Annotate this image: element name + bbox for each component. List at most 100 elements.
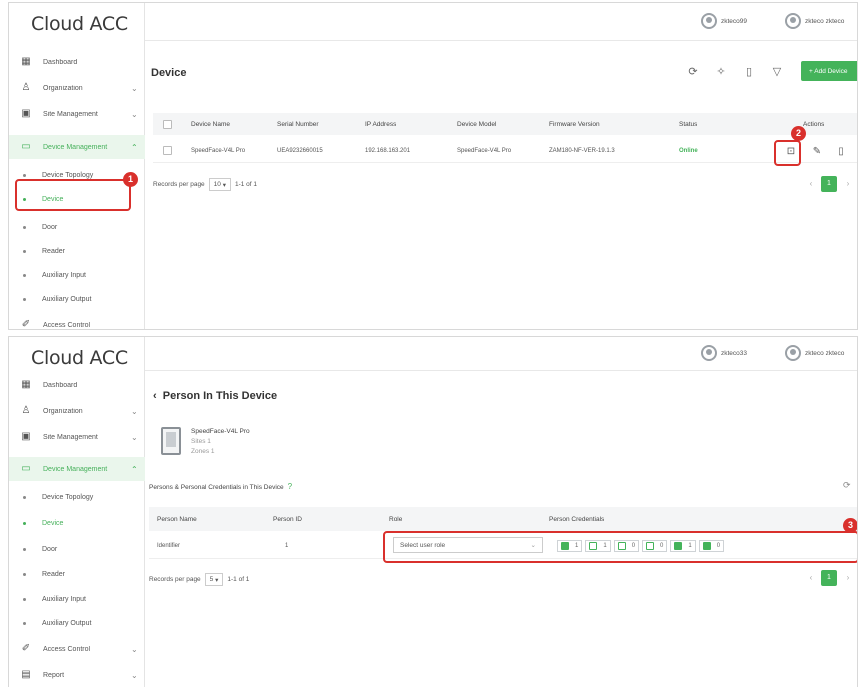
sidebar-item-organization[interactable]: ♙ Organization ⌄	[9, 399, 145, 423]
app-logo: Cloud ACC	[31, 347, 128, 369]
report-icon: ▤	[21, 669, 31, 680]
sidebar-item-site-management[interactable]: ▣ Site Management ⌄	[9, 102, 145, 126]
chevron-down-icon: ⌄	[131, 432, 138, 442]
column-header[interactable]: IP Address	[365, 113, 396, 135]
sidebar-item-label: Organization	[43, 84, 83, 92]
sidebar-item-device-management[interactable]: ▭ Device Management ⌃	[9, 135, 145, 159]
edit-icon[interactable]: ✎	[810, 146, 824, 157]
ip-address-cell: 192.168.163.201	[365, 147, 411, 154]
column-header[interactable]: Serial Number	[277, 113, 319, 135]
delete-icon[interactable]: ▯	[742, 65, 756, 79]
person-name-cell: Identifier	[157, 542, 181, 549]
device-site: Sites 1	[191, 438, 211, 445]
sidebar-sub-auxiliary-input[interactable]: Auxiliary Input	[9, 587, 145, 611]
organization-icon: ♙	[21, 82, 31, 93]
sidebar-sub-auxiliary-input[interactable]: Auxiliary Input	[9, 263, 145, 287]
sidebar-item-label: Access Control	[43, 321, 91, 329]
user-menu-secondary[interactable]: zkteco zkteco	[785, 13, 844, 29]
page-title: Device	[151, 67, 187, 79]
sidebar-item-organization[interactable]: ♙ Organization ⌄	[9, 76, 145, 100]
refresh-icon[interactable]: ⟳	[686, 65, 700, 79]
column-header[interactable]: Person Name	[157, 507, 197, 531]
callout-badge-2: 2	[791, 126, 806, 141]
sidebar-sub-auxiliary-output[interactable]: Auxiliary Output	[9, 611, 145, 635]
person-table-header: Person Name Person ID Role Person Creden…	[149, 507, 857, 531]
sidebar-sub-auxiliary-output[interactable]: Auxiliary Output	[9, 287, 145, 311]
current-page-button[interactable]: 1	[821, 176, 837, 192]
site-icon: ▣	[21, 431, 31, 442]
prev-page-icon[interactable]: ‹	[803, 570, 819, 586]
device-list-screen: Cloud ACC ▦ Dashboard ♙ Organization ⌄ ▣…	[8, 2, 858, 330]
user-menu[interactable]: zkteco33	[701, 345, 747, 361]
sidebar-item-report[interactable]: ▤ Report ⌄	[9, 663, 145, 687]
avatar-icon	[701, 13, 717, 29]
filter-icon[interactable]: ▽	[770, 65, 784, 79]
person-in-device-screen: Cloud ACC ▦ Dashboard ♙ Organization ⌄ ▣…	[8, 336, 858, 687]
firmware-version-cell: ZAM180-NF-VER-19.1.3	[549, 147, 615, 154]
chevron-down-icon: ⌄	[131, 670, 138, 680]
select-all-checkbox[interactable]	[163, 119, 172, 129]
header-bar: zkteco33 zkteco zkteco	[145, 337, 857, 371]
column-header[interactable]: Firmware Version	[549, 113, 600, 135]
current-page-button[interactable]: 1	[821, 570, 837, 586]
dashboard-icon: ▦	[21, 379, 31, 390]
column-header[interactable]: Device Name	[191, 113, 230, 135]
sidebar: Cloud ACC ▦ Dashboard ♙ Organization ⌄ ▣…	[9, 337, 145, 687]
sidebar-sub-reader[interactable]: Reader	[9, 239, 145, 263]
sidebar-item-site-management[interactable]: ▣ Site Management ⌄	[9, 425, 145, 449]
site-icon: ▣	[21, 108, 31, 119]
app-logo: Cloud ACC	[31, 13, 128, 35]
sidebar-item-access-control[interactable]: ✐ Access Control	[9, 313, 145, 330]
next-page-icon[interactable]: ›	[840, 570, 856, 586]
table-row[interactable]: SpeedFace-V4L Pro UEA9232660015 192.168.…	[153, 139, 857, 163]
sidebar-item-access-control[interactable]: ✐ Access Control ⌄	[9, 637, 145, 661]
next-page-icon[interactable]: ›	[840, 176, 856, 192]
pagination-bar: Records per page 5 ▾ 1-1 of 1	[149, 573, 249, 586]
column-header[interactable]: Status	[679, 113, 697, 135]
sidebar-item-label: Device Management	[43, 465, 108, 473]
column-header[interactable]: Role	[389, 507, 402, 531]
settings-icon[interactable]: ✧	[714, 65, 728, 79]
per-page-select[interactable]: 5 ▾	[204, 573, 224, 586]
user-menu-secondary[interactable]: zkteco zkteco	[785, 345, 844, 361]
sidebar-item-dashboard[interactable]: ▦ Dashboard	[9, 373, 145, 397]
sidebar-sub-door[interactable]: Door	[9, 215, 145, 239]
sidebar-item-dashboard[interactable]: ▦ Dashboard	[9, 50, 145, 74]
device-management-icon: ▭	[21, 141, 31, 152]
header-bar: zkteco99 zkteco zkteco	[145, 3, 857, 41]
user-menu[interactable]: zkteco99	[701, 13, 747, 29]
sidebar-sub-door[interactable]: Door	[9, 537, 145, 561]
column-header[interactable]: Device Model	[457, 113, 496, 135]
row-checkbox[interactable]	[163, 146, 172, 155]
chevron-down-icon: ⌄	[131, 644, 138, 654]
sidebar-sub-device[interactable]: Device	[9, 511, 145, 535]
delete-icon[interactable]: ▯	[834, 146, 848, 157]
avatar-icon	[785, 345, 801, 361]
sidebar-sub-device-topology[interactable]: Device Topology	[9, 485, 145, 509]
refresh-icon[interactable]: ⟳	[843, 480, 851, 491]
sidebar-item-label: Site Management	[43, 433, 98, 441]
section-label: Persons & Personal Credentials in This D…	[149, 482, 293, 491]
chevron-up-icon: ⌃	[131, 464, 138, 474]
sidebar-item-label: Site Management	[43, 110, 98, 118]
add-device-button[interactable]: + Add Device	[801, 61, 857, 81]
chevron-up-icon: ⌃	[131, 142, 138, 152]
device-name-cell: SpeedFace-V4L Pro	[191, 147, 246, 154]
column-header: Actions	[803, 120, 825, 128]
help-icon[interactable]: ?	[285, 482, 292, 491]
sidebar-sub-reader[interactable]: Reader	[9, 562, 145, 586]
dashboard-icon: ▦	[21, 56, 31, 67]
device-management-icon: ▭	[21, 463, 31, 474]
avatar-icon	[701, 345, 717, 361]
sidebar-item-device-management[interactable]: ▭ Device Management ⌃	[9, 457, 145, 481]
back-title[interactable]: ‹ Person In This Device	[153, 390, 277, 402]
device-table-header: Device Name Serial Number IP Address Dev…	[153, 113, 857, 135]
column-header[interactable]: Person ID	[273, 507, 302, 531]
column-header[interactable]: Person Credentials	[549, 507, 604, 531]
chevron-down-icon: ⌄	[131, 109, 138, 119]
sidebar-item-label: Dashboard	[43, 58, 78, 66]
prev-page-icon[interactable]: ‹	[803, 176, 819, 192]
back-arrow-icon[interactable]: ‹	[153, 390, 163, 402]
per-page-select[interactable]: 10 ▾	[208, 178, 231, 191]
callout-device-menu	[15, 179, 131, 211]
